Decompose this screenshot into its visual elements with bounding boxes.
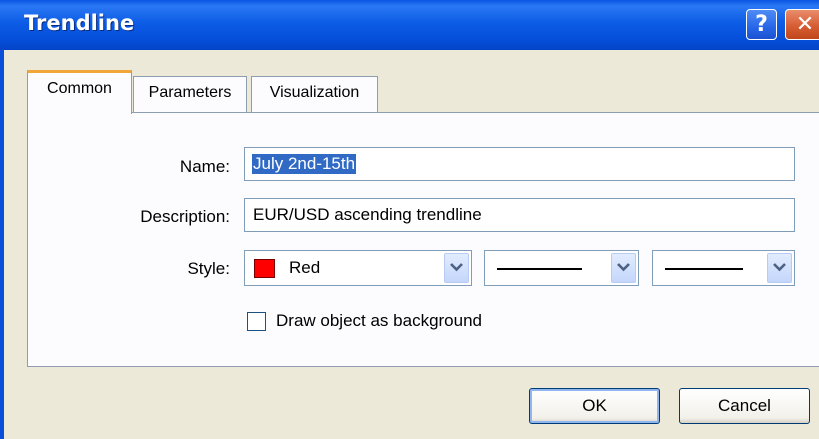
line-width-select[interactable] <box>652 250 795 286</box>
line-width-dropdown-button[interactable] <box>767 253 792 283</box>
line-width-preview <box>665 268 743 270</box>
chevron-down-icon <box>617 263 630 272</box>
line-style-preview <box>497 268 582 270</box>
tab-visualization[interactable]: Visualization <box>251 76 378 113</box>
color-select[interactable]: Red <box>244 250 472 286</box>
help-button[interactable]: ? <box>746 9 777 40</box>
draw-as-background-label[interactable]: Draw object as background <box>276 311 482 331</box>
color-swatch <box>254 259 275 278</box>
name-label: Name: <box>179 157 230 176</box>
cancel-button[interactable]: Cancel <box>679 388 810 424</box>
tab-common[interactable]: Common <box>27 70 132 114</box>
name-value: July 2nd-15th <box>252 154 357 174</box>
description-field[interactable]: EUR/USD ascending trendline <box>244 198 795 232</box>
color-value: Red <box>289 258 321 277</box>
style-label: Style: <box>187 259 230 278</box>
chevron-down-icon <box>450 263 463 272</box>
name-field[interactable]: July 2nd-15th <box>244 147 795 181</box>
ok-button[interactable]: OK <box>529 388 660 424</box>
window-border <box>0 50 4 439</box>
title-bar[interactable]: Trendline ? ✕ <box>0 0 819 50</box>
close-button[interactable]: ✕ <box>785 9 819 40</box>
window-title: Trendline <box>24 11 135 35</box>
line-style-dropdown-button[interactable] <box>611 253 636 283</box>
description-value: EUR/USD ascending trendline <box>253 205 482 224</box>
trendline-dialog: Trendline ? ✕ Common Parameters Visualiz… <box>0 0 819 439</box>
line-style-select[interactable] <box>484 250 639 286</box>
draw-as-background-checkbox[interactable] <box>247 312 266 331</box>
description-label: Description: <box>140 207 230 226</box>
tab-parameters[interactable]: Parameters <box>133 76 247 113</box>
color-dropdown-button[interactable] <box>444 253 469 283</box>
chevron-down-icon <box>773 263 786 272</box>
